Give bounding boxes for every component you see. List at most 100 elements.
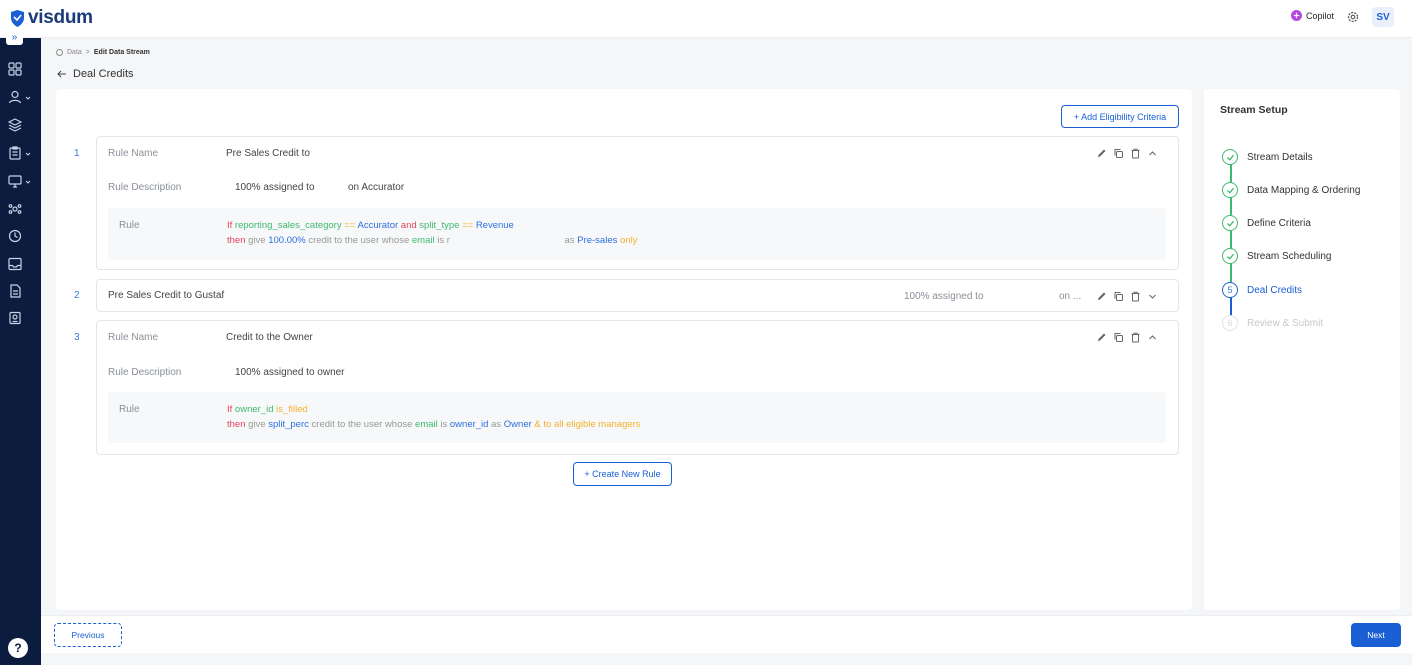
footer-bar: Previous Next xyxy=(41,615,1412,653)
rule-number: 1 xyxy=(74,148,80,159)
step-number: 6 xyxy=(1222,315,1238,331)
chevron-down-icon[interactable] xyxy=(25,151,31,157)
breadcrumb: Data > Edit Data Stream xyxy=(56,49,150,56)
rule-actions xyxy=(1096,332,1158,343)
page-header: Deal Credits xyxy=(57,68,134,80)
rule-actions xyxy=(1096,148,1158,159)
rule-action-line: then give 100.00% credit to the user who… xyxy=(227,235,638,246)
rule-actions xyxy=(1096,291,1158,302)
integrations-icon[interactable] xyxy=(8,202,22,216)
clock-icon[interactable] xyxy=(8,229,22,243)
step-data-mapping[interactable]: Data Mapping & Ordering xyxy=(1222,182,1360,198)
rule-description-part1: 100% assigned to xyxy=(235,182,315,193)
chevron-up-icon[interactable] xyxy=(1147,148,1158,159)
check-icon xyxy=(1222,149,1238,165)
rule-action-line: then give split_perc credit to the user … xyxy=(227,419,641,430)
delete-icon[interactable] xyxy=(1130,332,1141,343)
rule-name-label: Rule Name xyxy=(108,332,159,343)
step-connector xyxy=(1230,297,1232,316)
check-icon xyxy=(1222,248,1238,264)
shield-logo-icon xyxy=(11,9,24,27)
breadcrumb-separator: > xyxy=(85,49,90,56)
chevron-down-icon[interactable] xyxy=(25,179,31,185)
step-stream-scheduling[interactable]: Stream Scheduling xyxy=(1222,248,1332,264)
sidebar: » ? xyxy=(0,32,41,665)
step-review-submit[interactable]: 6 Review & Submit xyxy=(1222,315,1323,331)
report-icon[interactable] xyxy=(8,311,22,325)
user-icon[interactable] xyxy=(8,90,22,104)
step-connector xyxy=(1230,230,1232,249)
next-button[interactable]: Next xyxy=(1351,623,1401,647)
step-connector xyxy=(1230,197,1232,216)
step-stream-details[interactable]: Stream Details xyxy=(1222,149,1313,165)
database-icon xyxy=(56,49,63,56)
check-icon xyxy=(1222,215,1238,231)
rule-description-label: Rule Description xyxy=(108,182,182,193)
avatar[interactable]: SV xyxy=(1372,7,1394,27)
rules-panel: + Add Eligibility Criteria 1 Rule Name P… xyxy=(56,89,1192,610)
step-connector xyxy=(1230,164,1232,183)
visdum-logo[interactable]: visdum xyxy=(10,7,93,29)
copilot-button[interactable]: Copilot xyxy=(1291,10,1334,21)
rule-number: 2 xyxy=(74,290,80,301)
chevron-down-icon[interactable] xyxy=(25,95,31,101)
delete-icon[interactable] xyxy=(1130,148,1141,159)
brand-name: visdum xyxy=(28,7,93,28)
rule-card-3: Rule Name Credit to the Owner Rule Descr… xyxy=(96,320,1179,455)
stream-setup-panel: Stream Setup Stream Details Data Mapping… xyxy=(1204,89,1400,610)
copy-icon[interactable] xyxy=(1113,291,1124,302)
rule-definition: Rule If reporting_sales_category == Accu… xyxy=(108,208,1166,260)
help-button[interactable]: ? xyxy=(8,638,28,658)
step-define-criteria[interactable]: Define Criteria xyxy=(1222,215,1311,231)
rule-label: Rule xyxy=(119,220,140,231)
rule-condition-line: If reporting_sales_category == Accurator… xyxy=(227,220,514,231)
rule-description-part2: on Accurator xyxy=(348,182,405,193)
sparkle-icon xyxy=(1291,10,1302,21)
check-icon xyxy=(1222,182,1238,198)
chevron-down-icon[interactable] xyxy=(1147,291,1158,302)
delete-icon[interactable] xyxy=(1130,291,1141,302)
back-arrow-icon[interactable] xyxy=(57,70,67,78)
rule-description-label: Rule Description xyxy=(108,367,182,378)
step-label: Data Mapping & Ordering xyxy=(1247,184,1361,196)
step-number: 5 xyxy=(1222,282,1238,298)
chevron-up-icon[interactable] xyxy=(1147,332,1158,343)
edit-icon[interactable] xyxy=(1096,332,1107,343)
rule-card-2[interactable]: Pre Sales Credit to Gustaf 100% assigned… xyxy=(96,279,1179,312)
page-title: Deal Credits xyxy=(73,68,134,80)
previous-button[interactable]: Previous xyxy=(54,623,122,647)
rule-description-value: 100% assigned to owner xyxy=(235,367,345,378)
rule-card-1: Rule Name Pre Sales Credit to Rule Descr… xyxy=(96,136,1179,270)
clipboard-icon[interactable] xyxy=(8,146,22,160)
copilot-label: Copilot xyxy=(1306,10,1335,21)
breadcrumb-root[interactable]: Data xyxy=(67,49,82,56)
step-label: Deal Credits xyxy=(1247,284,1303,296)
add-eligibility-criteria-button[interactable]: + Add Eligibility Criteria xyxy=(1061,105,1179,128)
step-label: Stream Details xyxy=(1247,151,1313,163)
breadcrumb-current: Edit Data Stream xyxy=(93,49,150,56)
rule-number: 3 xyxy=(74,332,80,343)
step-connector xyxy=(1230,263,1232,282)
dashboard-icon[interactable] xyxy=(8,62,22,76)
rule-condition-line: If owner_id is_filled xyxy=(227,404,308,415)
rule-description-part1: 100% assigned to xyxy=(904,291,984,302)
step-label: Review & Submit xyxy=(1247,317,1324,329)
rule-description-part2: on ... xyxy=(1059,291,1082,302)
step-deal-credits[interactable]: 5 Deal Credits xyxy=(1222,282,1302,298)
gear-icon[interactable] xyxy=(1346,10,1360,24)
top-bar: visdum Copilot SV xyxy=(0,0,1412,38)
inbox-icon[interactable] xyxy=(8,257,22,271)
monitor-icon[interactable] xyxy=(8,174,22,188)
rule-title: Pre Sales Credit to Gustaf xyxy=(108,290,225,301)
rule-name-label: Rule Name xyxy=(108,148,159,159)
document-icon[interactable] xyxy=(8,284,22,298)
edit-icon[interactable] xyxy=(1096,148,1107,159)
edit-icon[interactable] xyxy=(1096,291,1107,302)
copy-icon[interactable] xyxy=(1113,148,1124,159)
step-label: Define Criteria xyxy=(1247,217,1311,229)
rule-name-value: Pre Sales Credit to xyxy=(226,148,310,159)
copy-icon[interactable] xyxy=(1113,332,1124,343)
create-new-rule-button[interactable]: + Create New Rule xyxy=(573,462,672,486)
layers-icon[interactable] xyxy=(8,118,22,132)
expand-sidebar-icon[interactable]: » xyxy=(6,32,23,45)
